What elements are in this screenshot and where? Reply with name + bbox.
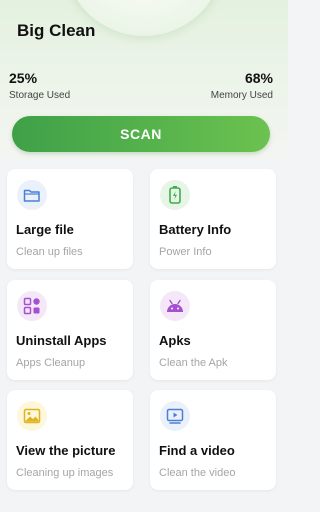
card-title: Large file <box>16 222 74 237</box>
app-title: Big Clean <box>17 21 96 40</box>
card-subtitle: Power Info <box>159 246 212 258</box>
card-title: Uninstall Apps <box>16 333 107 348</box>
card-subtitle: Apps Cleanup <box>16 357 86 369</box>
storage-stat: 25% Storage Used <box>9 70 70 101</box>
storage-value: 25% <box>9 70 38 86</box>
card-subtitle: Cleaning up images <box>16 467 114 479</box>
card-subtitle: Clean the Apk <box>159 357 228 369</box>
card-large-file[interactable]: Large file Clean up files <box>7 169 133 269</box>
card-find-video[interactable]: Find a video Clean the video <box>150 390 276 490</box>
apps-grid-icon <box>17 291 47 321</box>
card-uninstall-apps[interactable]: Uninstall Apps Apps Cleanup <box>7 280 133 380</box>
card-title: Battery Info <box>159 222 232 237</box>
card-subtitle: Clean the video <box>159 467 236 479</box>
video-icon <box>160 401 190 431</box>
card-subtitle: Clean up files <box>16 246 83 258</box>
card-title: Apks <box>159 333 191 348</box>
battery-icon <box>160 180 190 210</box>
image-icon <box>17 401 47 431</box>
storage-label: Storage Used <box>9 90 71 101</box>
memory-value: 68% <box>244 70 273 86</box>
scan-button[interactable]: SCAN <box>12 116 270 152</box>
card-title: Find a video <box>159 443 235 458</box>
folder-icon <box>17 180 47 210</box>
card-view-picture[interactable]: View the picture Cleaning up images <box>7 390 133 490</box>
memory-stat: 68% Memory Used <box>211 70 273 101</box>
card-title: View the picture <box>16 443 116 458</box>
card-battery-info[interactable]: Battery Info Power Info <box>150 169 276 269</box>
memory-label: Memory Used <box>210 90 273 101</box>
card-apks[interactable]: Apks Clean the Apk <box>150 280 276 380</box>
android-icon <box>160 291 190 321</box>
